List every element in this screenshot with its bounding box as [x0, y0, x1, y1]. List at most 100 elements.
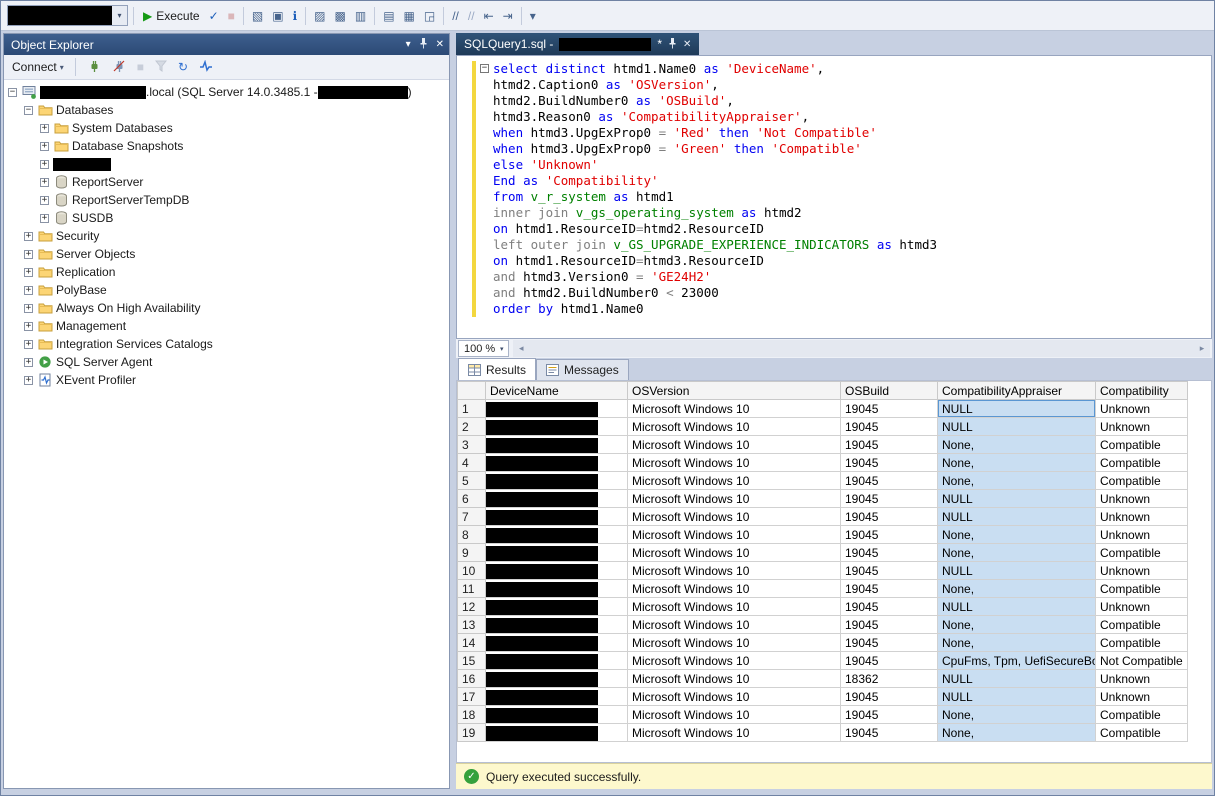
code-line[interactable]: and htmd3.Version0 = 'GE24H2': [480, 269, 937, 285]
build-cell[interactable]: 19045: [841, 562, 938, 580]
uncomment-button[interactable]: //: [464, 5, 479, 27]
tab-messages[interactable]: Messages: [536, 359, 629, 380]
collapse-icon[interactable]: −: [8, 88, 17, 97]
close-icon[interactable]: ✕: [436, 39, 444, 50]
stop-button[interactable]: ■: [134, 57, 147, 77]
build-cell[interactable]: 19045: [841, 418, 938, 436]
build-cell[interactable]: 19045: [841, 652, 938, 670]
tree-item[interactable]: −.local (SQL Server 14.0.3485.1 - ): [4, 83, 449, 101]
row-number-cell[interactable]: 8: [458, 526, 486, 544]
row-number-cell[interactable]: 6: [458, 490, 486, 508]
cancel-query-button[interactable]: ■: [224, 5, 239, 27]
tree-item[interactable]: +Management: [4, 317, 449, 335]
row-number-cell[interactable]: 10: [458, 562, 486, 580]
device-cell[interactable]: [486, 508, 628, 526]
os-cell[interactable]: Microsoft Windows 10: [628, 544, 841, 562]
compat-cell[interactable]: Compatible: [1096, 454, 1188, 472]
comment-button[interactable]: //: [448, 5, 463, 27]
connect-plug-button[interactable]: [84, 57, 104, 77]
compat-cell[interactable]: Compatible: [1096, 580, 1188, 598]
tree-item[interactable]: +XEvent Profiler: [4, 371, 449, 389]
column-header[interactable]: CompatibilityAppraiser: [938, 382, 1096, 400]
os-cell[interactable]: Microsoft Windows 10: [628, 634, 841, 652]
os-cell[interactable]: Microsoft Windows 10: [628, 580, 841, 598]
compat-cell[interactable]: Unknown: [1096, 400, 1188, 418]
collapse-icon[interactable]: −: [24, 106, 33, 115]
results-to-grid-button[interactable]: ▦: [400, 5, 419, 27]
display-estimated-plan-button[interactable]: ▧: [248, 5, 267, 27]
appraiser-cell[interactable]: NULL: [938, 400, 1096, 418]
code-line[interactable]: order by htmd1.Name0: [480, 301, 937, 317]
client-statistics-button[interactable]: ▥: [351, 5, 370, 27]
grid-corner-cell[interactable]: [458, 382, 486, 400]
query-options-button[interactable]: ▣: [268, 5, 287, 27]
tab-results[interactable]: Results: [458, 358, 536, 380]
appraiser-cell[interactable]: CpuFms, Tpm, UefiSecureBoot,: [938, 652, 1096, 670]
compat-cell[interactable]: Unknown: [1096, 508, 1188, 526]
increase-indent-button[interactable]: ⇥: [499, 5, 517, 27]
row-number-cell[interactable]: 16: [458, 670, 486, 688]
row-number-cell[interactable]: 4: [458, 454, 486, 472]
tree-item[interactable]: +Database Snapshots: [4, 137, 449, 155]
row-number-cell[interactable]: 3: [458, 436, 486, 454]
device-cell[interactable]: [486, 490, 628, 508]
tree-item[interactable]: +: [4, 155, 449, 173]
row-number-cell[interactable]: 12: [458, 598, 486, 616]
intellisense-toggle-button[interactable]: ℹ: [289, 5, 302, 27]
expand-icon[interactable]: +: [40, 142, 49, 151]
appraiser-cell[interactable]: NULL: [938, 418, 1096, 436]
row-number-cell[interactable]: 5: [458, 472, 486, 490]
code-line[interactable]: when htmd3.UpgExProp0 = 'Red' then 'Not …: [480, 125, 937, 141]
device-cell[interactable]: [486, 562, 628, 580]
device-cell[interactable]: [486, 616, 628, 634]
tree-item[interactable]: +ReportServerTempDB: [4, 191, 449, 209]
connect-button[interactable]: Connect▾: [9, 57, 67, 77]
expand-icon[interactable]: +: [24, 250, 33, 259]
column-header[interactable]: Compatibility: [1096, 382, 1188, 400]
appraiser-cell[interactable]: None,: [938, 580, 1096, 598]
expand-icon[interactable]: +: [40, 124, 49, 133]
code-line[interactable]: from v_r_system as htmd1: [480, 189, 937, 205]
compat-cell[interactable]: Not Compatible: [1096, 652, 1188, 670]
row-number-cell[interactable]: 14: [458, 634, 486, 652]
filter-button[interactable]: [152, 57, 170, 77]
os-cell[interactable]: Microsoft Windows 10: [628, 598, 841, 616]
live-query-statistics-button[interactable]: ▩: [331, 5, 350, 27]
decrease-indent-button[interactable]: ⇤: [480, 5, 498, 27]
close-icon[interactable]: ✕: [683, 39, 691, 50]
row-number-cell[interactable]: 7: [458, 508, 486, 526]
build-cell[interactable]: 19045: [841, 724, 938, 742]
row-number-cell[interactable]: 19: [458, 724, 486, 742]
pin-icon[interactable]: [668, 37, 677, 52]
tree-item[interactable]: +SQL Server Agent: [4, 353, 449, 371]
expand-icon[interactable]: +: [40, 160, 49, 169]
horizontal-scrollbar[interactable]: ◂ ▸: [513, 340, 1210, 357]
os-cell[interactable]: Microsoft Windows 10: [628, 400, 841, 418]
refresh-button[interactable]: ↻: [175, 57, 191, 77]
compat-cell[interactable]: Unknown: [1096, 490, 1188, 508]
activity-monitor-button[interactable]: [196, 57, 216, 77]
device-cell[interactable]: [486, 400, 628, 418]
device-cell[interactable]: [486, 724, 628, 742]
column-header[interactable]: OSBuild: [841, 382, 938, 400]
device-cell[interactable]: [486, 706, 628, 724]
results-to-file-button[interactable]: ◲: [420, 5, 439, 27]
column-header[interactable]: DeviceName: [486, 382, 628, 400]
build-cell[interactable]: 19045: [841, 526, 938, 544]
build-cell[interactable]: 19045: [841, 544, 938, 562]
device-cell[interactable]: [486, 634, 628, 652]
window-menu-icon[interactable]: ▾: [406, 39, 411, 50]
build-cell[interactable]: 19045: [841, 634, 938, 652]
device-cell[interactable]: [486, 544, 628, 562]
appraiser-cell[interactable]: None,: [938, 472, 1096, 490]
os-cell[interactable]: Microsoft Windows 10: [628, 724, 841, 742]
build-cell[interactable]: 19045: [841, 508, 938, 526]
appraiser-cell[interactable]: None,: [938, 526, 1096, 544]
tree-item[interactable]: −Databases: [4, 101, 449, 119]
appraiser-cell[interactable]: None,: [938, 724, 1096, 742]
os-cell[interactable]: Microsoft Windows 10: [628, 670, 841, 688]
appraiser-cell[interactable]: NULL: [938, 562, 1096, 580]
tree-item[interactable]: +Integration Services Catalogs: [4, 335, 449, 353]
chevron-down-icon[interactable]: ▾: [112, 6, 127, 25]
disconnect-button[interactable]: [109, 57, 129, 77]
